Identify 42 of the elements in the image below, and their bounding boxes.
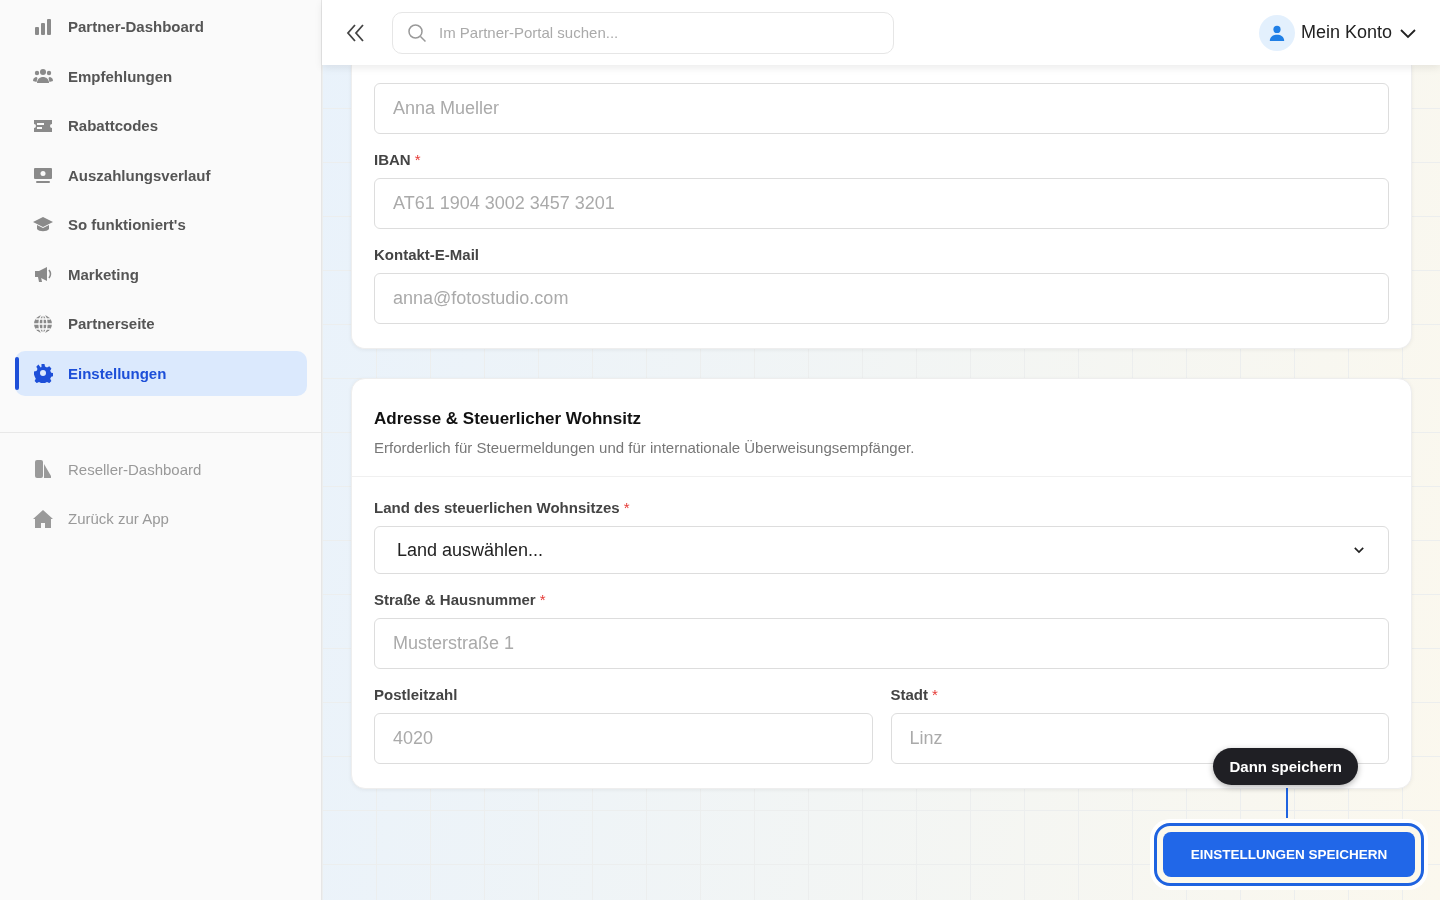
sidebar-item[interactable]: So funktioniert's xyxy=(15,202,307,247)
input-field[interactable]: 4020 xyxy=(374,713,873,764)
sidebar-item[interactable]: Einstellungen xyxy=(15,350,307,396)
required-marker: * xyxy=(539,591,546,608)
people-icon xyxy=(33,66,53,86)
input-field[interactable]: anna@fotostudio.com xyxy=(374,273,1389,324)
input-field[interactable]: AT61 1904 3002 3457 3201 xyxy=(374,178,1389,229)
megaphone-icon xyxy=(33,264,53,284)
banknote-icon xyxy=(33,165,53,185)
sidebar-item[interactable]: Partner-Dashboard xyxy=(15,4,307,49)
globe-icon xyxy=(33,313,53,334)
search-icon xyxy=(407,22,427,43)
field-label: Stadt xyxy=(890,686,928,703)
sidebar-item[interactable]: Partnerseite xyxy=(15,301,307,346)
save-button[interactable]: EINSTELLUNGEN SPEICHERN xyxy=(1163,832,1415,877)
field-label: Kontakt-E-Mail xyxy=(374,246,480,263)
active-indicator xyxy=(15,356,19,390)
card-description: Erforderlich für Steuermeldungen und für internationale Überweisungsempfänger. xyxy=(374,439,916,456)
bars-icon xyxy=(33,16,53,37)
sidebar-item[interactable]: Marketing xyxy=(15,251,307,297)
required-marker: * xyxy=(932,686,938,703)
field-label: IBAN xyxy=(374,151,411,168)
sidebar-item[interactable]: Auszahlungsverlauf xyxy=(15,152,307,198)
select-field[interactable]: Land auswählen... xyxy=(374,526,1389,574)
account-label: Mein Konto xyxy=(1300,22,1392,43)
account-menu[interactable]: Mein Konto xyxy=(1258,14,1418,51)
tooltip: Dann speichern xyxy=(1213,748,1358,785)
house-icon xyxy=(33,508,53,529)
card-title: Adresse & Steuerlicher Wohnsitz xyxy=(374,409,643,429)
required-marker: * xyxy=(414,151,421,168)
required-marker: * xyxy=(623,499,630,516)
sidebar-item[interactable]: Empfehlungen xyxy=(15,53,307,99)
field-label: Land des steuerlichen Wohnsitzes xyxy=(374,499,620,516)
documents-icon xyxy=(33,459,53,479)
field-label: Postleitzahl xyxy=(374,686,459,703)
input-field[interactable]: Anna Mueller xyxy=(374,83,1389,134)
input-field[interactable]: Musterstraße 1 xyxy=(374,618,1389,669)
sidebar-item[interactable]: Rabattcodes xyxy=(15,103,307,148)
field-label: Straße & Hausnummer xyxy=(374,591,536,608)
search-field[interactable]: Im Partner-Portal suchen... xyxy=(392,11,894,54)
settings-icon xyxy=(33,363,53,383)
person-icon xyxy=(1267,23,1286,42)
